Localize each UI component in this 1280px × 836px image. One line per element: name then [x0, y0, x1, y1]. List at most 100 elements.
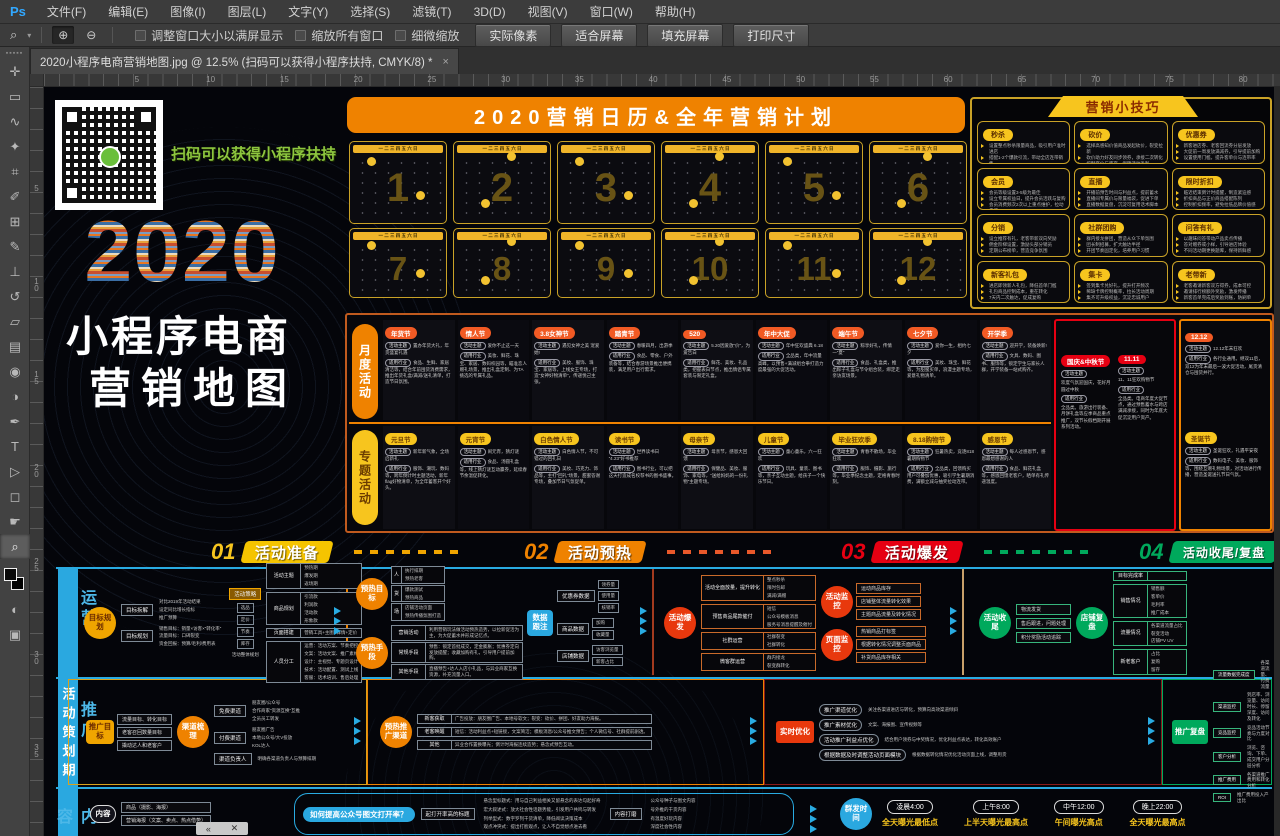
- menu-item[interactable]: 图像(I): [159, 0, 216, 23]
- big-promo-card: 国庆&中秋节 活动主题 欢度气氛迎国庆，花好月圆过中秋 适用行业 全品类。旅游出…: [1059, 324, 1114, 526]
- tool-button[interactable]: ↺: [0, 284, 30, 309]
- chevron-down-icon[interactable]: ▾: [27, 31, 31, 40]
- menu-item[interactable]: 滤镜(T): [401, 0, 462, 23]
- view-button[interactable]: 适合屏幕: [561, 24, 637, 47]
- divider: [56, 567, 1272, 569]
- view-button[interactable]: 打印尺寸: [733, 24, 809, 47]
- tool-button[interactable]: ▱: [0, 309, 30, 334]
- close-icon[interactable]: ×: [443, 56, 449, 68]
- menu-item[interactable]: 文字(Y): [277, 0, 339, 23]
- tool-button[interactable]: ◻: [0, 484, 30, 509]
- tip-label: 问答有礼: [1178, 222, 1222, 234]
- divider: [652, 569, 654, 675]
- calendar-month-card: 一 二 三 四 五 六 日12: [869, 228, 967, 298]
- tool-button[interactable]: ✦: [0, 134, 30, 159]
- monthly-activity-card: 端午节 活动主题粽享好礼，传情一“夏” 适用行业食品、礼盒类，推出粽子礼盒与节令…: [830, 320, 902, 420]
- tool-icon: ✐: [10, 189, 21, 205]
- tool-button[interactable]: ⌗: [0, 159, 30, 184]
- tool-button[interactable]: ◑: [0, 384, 30, 409]
- divider: [349, 422, 1051, 424]
- tip-card: 直播 开播前预告时间与利益点，提前蓄水直播间专属价与限量福袋，促进下单直播数据复…: [1074, 168, 1167, 211]
- menu-item[interactable]: 编辑(E): [97, 0, 159, 23]
- checkbox-icon[interactable]: [395, 30, 406, 41]
- tip-card: 集卡 签到集卡兑好礼，提升打开频次稀缺卡牌控制概率，拉长活动周期集齐可升级权益，…: [1074, 261, 1167, 304]
- calendar-month-card: 一 二 三 四 五 六 日8: [453, 228, 551, 298]
- special-activity-card: 毕业狂欢季 活动主题青春不散场，毕业狂欢 适用行业服饰、摄影、旅行等，毕业季纪念…: [830, 426, 902, 529]
- divider: [56, 787, 1272, 789]
- zoom-tool-icon[interactable]: ⌕: [0, 27, 21, 43]
- calendar-month-card: 一 二 三 四 五 六 日5: [765, 141, 863, 224]
- monthly-activities-label: 月度活动: [352, 324, 378, 419]
- special-activity-card: 感恩节 活动主题每人过感恩节，感恩最想感谢的人 适用行业食品、鲜花礼盒等，感恩回…: [980, 426, 1052, 529]
- flow-arrows-icon: [1148, 717, 1155, 745]
- phase-dash-line: [354, 550, 462, 554]
- menu-item[interactable]: 视图(V): [517, 0, 579, 23]
- special-activity-card: 元宵节 活动主题闹元宵，猜灯谜 适用行业食品、汤圆礼盒等，线上猜灯谜互动赢券，延…: [458, 426, 530, 529]
- calendar-month-card: 一 二 三 四 五 六 日11: [765, 228, 863, 298]
- window-fragment[interactable]: « ✕: [196, 822, 248, 835]
- tool-button[interactable]: ⊥: [0, 259, 30, 284]
- menu-item[interactable]: 文件(F): [36, 0, 97, 23]
- phase-dash-line: [984, 550, 1092, 554]
- document-title: 2020小程序电商营销地图.jpg @ 12.5% (扫码可以获得小程序扶持, …: [40, 54, 433, 70]
- zoom-in-button[interactable]: ⊕: [52, 26, 74, 44]
- back-icon[interactable]: «: [206, 824, 211, 834]
- tool-button[interactable]: ◉: [0, 359, 30, 384]
- tool-button[interactable]: ✒: [0, 409, 30, 434]
- tool-button[interactable]: ▷: [0, 459, 30, 484]
- close-icon[interactable]: ✕: [231, 823, 239, 834]
- tool-button[interactable]: ☛: [0, 509, 30, 534]
- tool-button[interactable]: T: [0, 434, 30, 459]
- quick-mask-button[interactable]: ◐: [0, 597, 30, 622]
- screen-mode-button[interactable]: ▣: [0, 622, 30, 647]
- panel-grip[interactable]: ▪▪▪▪▪: [0, 47, 29, 59]
- zoom-out-button[interactable]: ⊖: [80, 26, 102, 44]
- option-checkbox[interactable]: 细微缩放: [395, 27, 459, 44]
- content-node: 内容: [90, 805, 116, 823]
- checkbox-icon[interactable]: [135, 30, 146, 41]
- menu-item[interactable]: 帮助(H): [644, 0, 707, 23]
- menu-item[interactable]: 3D(D): [463, 0, 517, 23]
- phase-number: 03: [841, 539, 865, 565]
- year-end-promo-card: 12.12 活动主题12.12年末狂欢 适用行业各行业通用。继双11后，双12为…: [1183, 323, 1268, 425]
- option-checkbox[interactable]: 缩放所有窗口: [295, 27, 383, 44]
- view-button[interactable]: 填充屏幕: [647, 24, 723, 47]
- tool-button[interactable]: ✐: [0, 184, 30, 209]
- document-canvas[interactable]: 扫码可以获得小程序扶持 2020 小程序电商 营销地图 2020营销日历&全年营…: [44, 87, 1274, 836]
- tool-button[interactable]: ▤: [0, 334, 30, 359]
- menu-item[interactable]: 图层(L): [217, 0, 278, 23]
- calendar-month-card: 一 二 三 四 五 六 日6: [869, 141, 967, 224]
- tool-icon: ↺: [10, 289, 21, 305]
- monthly-activity-card: 年货节 活动主题置办年货大礼，年货盛宴礼遇 适用行业食品、生鲜、家居清洁等，结合…: [383, 320, 455, 420]
- document-tab[interactable]: 2020小程序电商营销地图.jpg @ 12.5% (扫码可以获得小程序扶持, …: [30, 48, 459, 74]
- tool-icon: ✛: [10, 64, 21, 80]
- tip-card: 新客礼包 进店即领新人礼包，降低首单门槛礼包商品控制成本，重在转化7天内二次触达…: [977, 261, 1070, 304]
- ops-phase3: 活动爆发 活动全面放量，提升转化 整点秒杀限时包邮满减/满赠 预售商品尾款催付 …: [664, 571, 926, 675]
- tool-icon: ✒: [10, 414, 21, 430]
- menu-item[interactable]: 窗口(W): [579, 0, 644, 23]
- color-swatches[interactable]: [0, 563, 29, 597]
- tip-card: 砍价 选择高感知价值商品发起砍价，裂变拉新砍价助力好友同步领券，承接二次转化控制…: [1074, 121, 1167, 164]
- tool-button[interactable]: ✎: [0, 234, 30, 259]
- monthly-activity-card: 年中大促 活动主题年中狂欢盛典 6.18 适用行业全品类，年中流量高峰，以预售+…: [756, 320, 828, 420]
- tool-icon: ◑: [11, 389, 19, 404]
- view-button[interactable]: 实际像素: [475, 24, 551, 47]
- tool-icon: ∿: [10, 114, 21, 130]
- tool-button[interactable]: ∿: [0, 109, 30, 134]
- content-openrate-box: 如何提高公众号图文打开率？ 起打开率高的标题 悬念型标题式：用与自己利益相关又留…: [294, 793, 794, 835]
- calendar-row-1: 一 二 三 四 五 六 日1一 二 三 四 五 六 日2一 二 三 四 五 六 …: [349, 141, 967, 224]
- tool-button[interactable]: ⌕: [0, 534, 30, 559]
- phase-block: 03 活动爆发: [841, 539, 1092, 565]
- tool-button[interactable]: ⊞: [0, 209, 30, 234]
- option-checkbox[interactable]: 调整窗口大小以满屏显示: [135, 27, 283, 44]
- checkbox-icon[interactable]: [295, 30, 306, 41]
- tip-label: 砍价: [1080, 129, 1110, 141]
- tip-label: 秒杀: [983, 129, 1013, 141]
- tool-button[interactable]: ✛: [0, 59, 30, 84]
- marketing-tips-panel: 营销小技巧 秒杀 设置整点秒杀限量商品，吸引用户准时进店搭配1-2个爆款引流，带…: [970, 97, 1272, 309]
- menu-item[interactable]: 选择(S): [339, 0, 401, 23]
- tip-card: 限时折扣 临近结束倒计时提醒，制造紧迫感折扣商品与正价商品搭配陈列控制折扣频率，…: [1172, 168, 1265, 211]
- foreground-color-swatch[interactable]: [4, 568, 17, 581]
- tool-button[interactable]: ▭: [0, 84, 30, 109]
- phase-banner: 活动收尾/复盘: [1169, 541, 1274, 563]
